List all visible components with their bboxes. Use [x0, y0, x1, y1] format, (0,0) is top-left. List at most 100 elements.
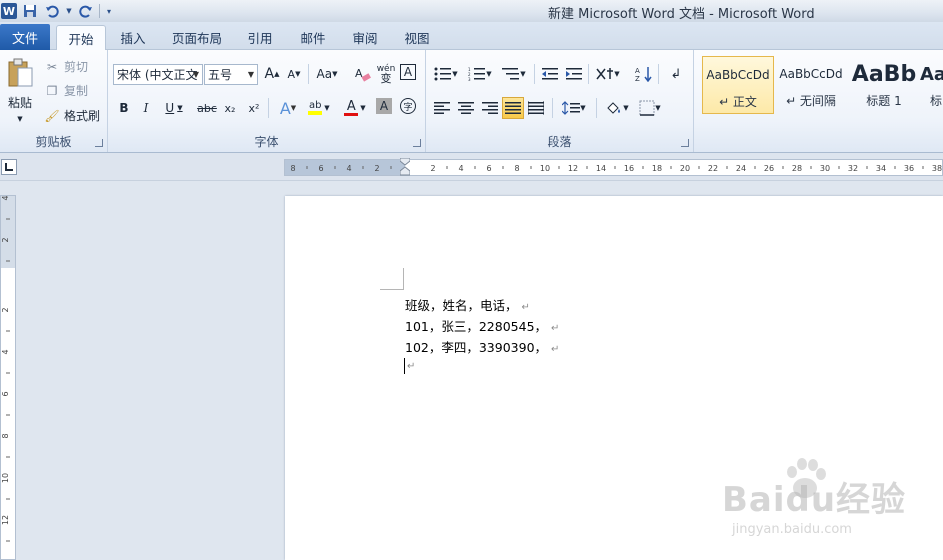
- copy-icon: ❐: [46, 83, 58, 98]
- style-normal[interactable]: AaBbCcDd ↵ 正文: [702, 56, 774, 114]
- clipboard-launcher-icon[interactable]: [95, 139, 103, 147]
- customize-qat-icon[interactable]: ▾: [104, 2, 114, 20]
- style-heading-2[interactable]: Aa 标: [920, 56, 943, 114]
- paragraph-group: ▼ 1 2 3 ▼ ▼ ▼ AZ ↲ ▼ ▼ ▼ 段落: [426, 50, 694, 152]
- ruler-tick-label: 6: [318, 164, 323, 173]
- paste-icon: [8, 58, 33, 86]
- chevron-down-icon[interactable]: ▼: [245, 65, 257, 84]
- horizontal-ruler[interactable]: 8 6 4 2 2 4 6 8 10 12 14 16 18 20 22 24 26 28 30 32 34 36 38: [284, 157, 943, 178]
- tab-file[interactable]: 文件: [0, 24, 50, 50]
- undo-icon[interactable]: [43, 2, 61, 20]
- style-heading-1[interactable]: AaBb 标题 1: [848, 56, 920, 114]
- paste-dropdown-icon[interactable]: ▼: [17, 115, 22, 123]
- borders-button[interactable]: ▼: [636, 98, 664, 118]
- underline-button[interactable]: U ▼: [160, 98, 188, 118]
- phonetic-guide-button[interactable]: wén 变: [376, 64, 396, 85]
- font-size-combo[interactable]: 五号 ▼: [204, 64, 258, 85]
- paragraph-launcher-icon[interactable]: [681, 139, 689, 147]
- numbering-button[interactable]: 1 2 3 ▼: [466, 64, 494, 84]
- distributed-button[interactable]: [526, 98, 546, 118]
- separator: [596, 98, 597, 118]
- enclose-characters-button[interactable]: 字: [400, 98, 416, 114]
- numbering-icon: 123: [468, 67, 486, 81]
- character-shading-button[interactable]: A: [376, 98, 392, 114]
- line-text: 102，李四，3390390，: [405, 340, 548, 355]
- italic-button[interactable]: I: [136, 98, 156, 118]
- bold-button[interactable]: B: [114, 98, 134, 118]
- clear-formatting-button[interactable]: A: [352, 64, 372, 84]
- text-cursor: [404, 358, 405, 374]
- character-border-button[interactable]: A: [400, 64, 416, 80]
- document-line[interactable]: 102，李四，3390390， ↵: [405, 337, 559, 356]
- ruler-tick-label: 10: [1, 473, 10, 483]
- font-launcher-icon[interactable]: [413, 139, 421, 147]
- tab-selector-button[interactable]: [1, 159, 17, 175]
- increase-indent-button[interactable]: [564, 64, 584, 84]
- tab-mailings[interactable]: 邮件: [290, 25, 336, 50]
- ruler-tick-label: 30: [820, 164, 830, 173]
- cut-button[interactable]: ✂ 剪切: [44, 58, 88, 75]
- document-line[interactable]: ↵: [405, 357, 415, 372]
- underline-icon: U: [165, 101, 175, 115]
- indent-marker[interactable]: [399, 157, 411, 178]
- tab-page-layout[interactable]: 页面布局: [164, 25, 230, 50]
- superscript-button[interactable]: x²: [244, 98, 264, 118]
- tab-references[interactable]: 引用: [238, 25, 282, 50]
- multilevel-list-button[interactable]: ▼: [500, 64, 528, 84]
- ruler-tick-label: 4: [346, 164, 351, 173]
- change-case-button[interactable]: Aa ▼: [314, 64, 340, 84]
- shading-button[interactable]: ▼: [602, 98, 632, 118]
- align-left-button[interactable]: [432, 98, 452, 118]
- paint-bucket-icon: [607, 102, 621, 114]
- paste-label: 粘贴: [7, 95, 32, 110]
- word-app-icon[interactable]: W: [1, 3, 17, 19]
- tab-view[interactable]: 视图: [394, 25, 440, 50]
- line-spacing-icon: [562, 101, 581, 115]
- style-no-spacing[interactable]: AaBbCcDd ↵ 无间隔: [775, 56, 847, 114]
- align-center-button[interactable]: [456, 98, 476, 118]
- subscript-icon: x₂: [224, 101, 236, 115]
- font-size-value: 五号: [208, 68, 233, 82]
- subscript-button[interactable]: x₂: [220, 98, 240, 118]
- style-name: 标题 1: [866, 94, 902, 108]
- document-line[interactable]: 班级，姓名，电话， ↵: [405, 295, 530, 314]
- paragraph-mark-icon: ↲: [670, 66, 682, 82]
- save-icon[interactable]: [21, 2, 39, 20]
- document-line[interactable]: 101，张三，2280545， ↵: [405, 316, 559, 335]
- style-preview: Aa: [920, 63, 943, 85]
- sort-button[interactable]: AZ: [634, 64, 654, 84]
- line-spacing-button[interactable]: ▼: [560, 98, 588, 118]
- undo-dropdown-icon[interactable]: ▼: [65, 2, 73, 20]
- vertical-ruler[interactable]: 4 2 2 4 6 8 10 12: [0, 195, 16, 560]
- vruler-ticks: 4 2 2 4 6 8 10 12: [1, 196, 15, 542]
- strikethrough-button[interactable]: abc: [196, 98, 218, 118]
- grow-font-button[interactable]: A ▲: [262, 64, 282, 84]
- show-hide-marks-button[interactable]: ↲: [666, 64, 686, 84]
- paragraph-mark-icon: ↵: [521, 302, 530, 313]
- align-right-button[interactable]: [480, 98, 500, 118]
- ruler-tick-label: 6: [1, 391, 10, 396]
- font-color-button[interactable]: A ▼: [340, 98, 370, 118]
- copy-button[interactable]: ❐ 复制: [44, 82, 88, 99]
- decrease-indent-button[interactable]: [540, 64, 560, 84]
- chevron-down-icon[interactable]: ▼: [190, 65, 202, 84]
- format-painter-button[interactable]: 🖌 格式刷: [44, 107, 100, 124]
- cut-label: 剪切: [64, 60, 89, 74]
- highlight-button[interactable]: ab ▼: [304, 98, 334, 118]
- shrink-font-button[interactable]: A ▼: [284, 64, 304, 84]
- text-effects-button[interactable]: A ▼: [274, 98, 302, 118]
- align-left-icon: [434, 102, 450, 114]
- ruler-tick-label: 22: [708, 164, 718, 173]
- baidu-watermark: Baidu经验 jingyan.baidu.com: [722, 458, 932, 550]
- chinese-layout-button[interactable]: ▼: [594, 64, 622, 84]
- justify-button[interactable]: [502, 97, 524, 119]
- font-name-combo[interactable]: 宋体 (中文正文 ▼: [113, 64, 203, 85]
- ruler-tick-label: 12: [1, 515, 10, 525]
- bullets-button[interactable]: ▼: [432, 64, 460, 84]
- style-preview: AaBbCcDd: [706, 68, 770, 82]
- redo-icon[interactable]: [77, 2, 95, 20]
- tab-insert[interactable]: 插入: [110, 25, 156, 50]
- paste-button[interactable]: 粘贴 ▼: [4, 54, 36, 126]
- tab-review[interactable]: 审阅: [342, 25, 388, 50]
- tab-home[interactable]: 开始: [56, 25, 106, 51]
